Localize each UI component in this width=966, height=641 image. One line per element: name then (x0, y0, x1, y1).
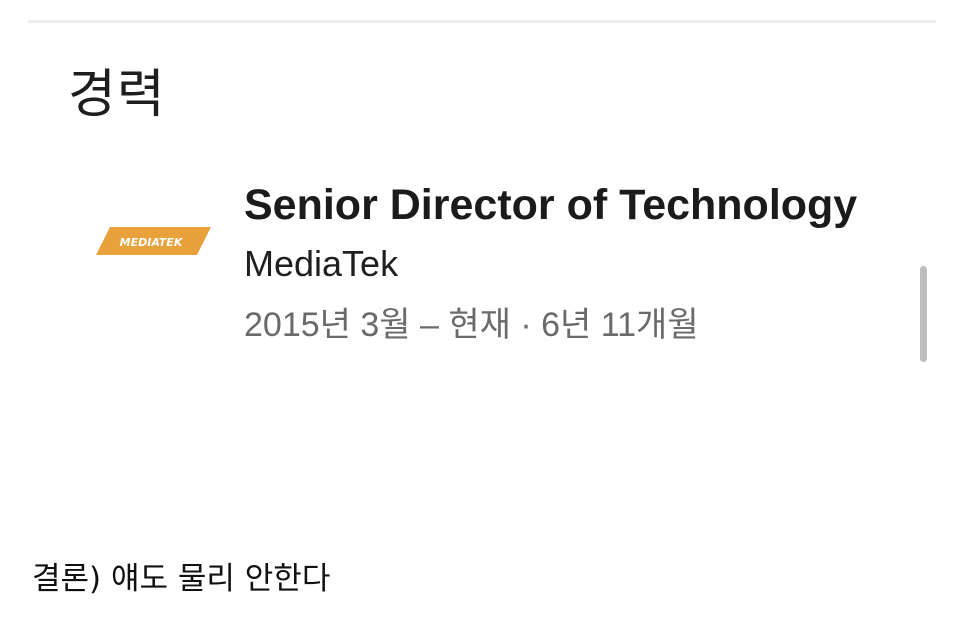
caption-text: 결론) 얘도 물리 안한다 (32, 561, 331, 597)
mediatek-logo: MEDIATEK (96, 227, 211, 255)
experience-details: Senior Director of Technology MediaTek 2… (244, 176, 884, 345)
employment-date-range: 2015년 3월 – 현재 · 6년 11개월 (244, 306, 699, 344)
experience-item[interactable]: MEDIATEK Senior Director of Technology M… (96, 176, 896, 436)
section-title: 경력 (68, 65, 166, 125)
top-divider (28, 20, 936, 23)
logo-text: MEDIATEK (120, 236, 184, 249)
scrollbar-thumb[interactable] (920, 266, 927, 362)
job-title[interactable]: Senior Director of Technology (244, 176, 884, 234)
company-name[interactable]: MediaTek (244, 244, 884, 284)
